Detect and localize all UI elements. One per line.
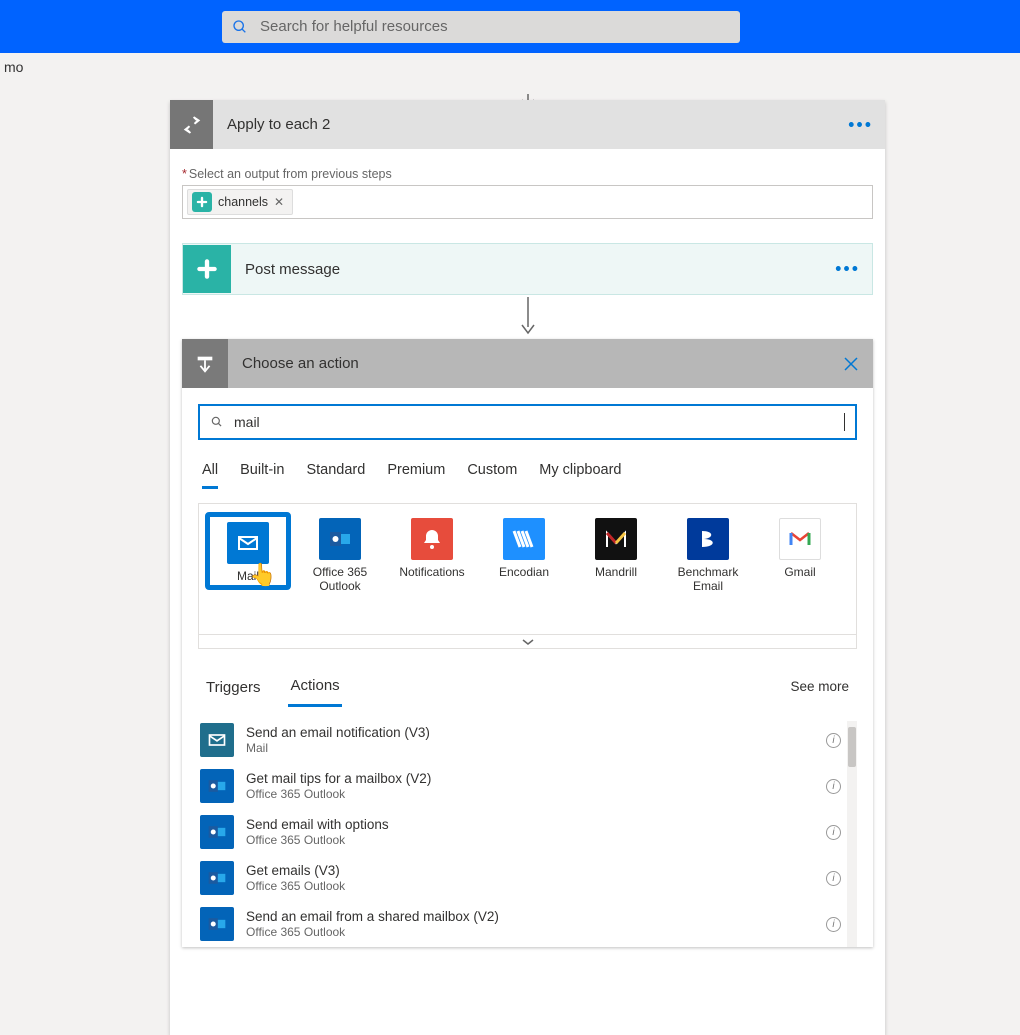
- bench-icon: [687, 518, 729, 560]
- action-title: Get emails (V3): [246, 863, 345, 878]
- tab-triggers[interactable]: Triggers: [204, 673, 262, 706]
- mail-icon: [227, 522, 269, 564]
- info-icon[interactable]: i: [826, 871, 841, 886]
- apply-to-each-body: *Select an output from previous steps ch…: [170, 149, 885, 235]
- mail-icon: [200, 723, 234, 757]
- output-field-label: *Select an output from previous steps: [182, 167, 873, 181]
- gmail-icon: [779, 518, 821, 560]
- choose-action-panel: Choose an action All Built-in Standard Prem…: [182, 339, 873, 947]
- outlook-icon: [200, 861, 234, 895]
- filter-tab-premium[interactable]: Premium: [387, 462, 445, 489]
- connector-label: Office 365 Outlook: [299, 566, 381, 594]
- choose-action-title: Choose an action: [242, 355, 359, 372]
- action-icon: [182, 339, 228, 388]
- connector-gmail[interactable]: Gmail: [759, 514, 841, 580]
- output-input[interactable]: channels ✕: [182, 185, 873, 219]
- action-subtitle: Office 365 Outlook: [246, 787, 431, 801]
- filter-tab-my-clipboard[interactable]: My clipboard: [539, 462, 621, 489]
- action-item[interactable]: Send email with optionsOffice 365 Outloo…: [198, 809, 843, 855]
- global-search[interactable]: Search for helpful resources: [222, 11, 740, 43]
- filter-tab-custom[interactable]: Custom: [467, 462, 517, 489]
- top-bar: Search for helpful resources: [0, 0, 1020, 53]
- action-subtitle: Office 365 Outlook: [246, 833, 389, 847]
- mandr-icon: [595, 518, 637, 560]
- post-message-title: Post message: [245, 261, 340, 278]
- scrollbar[interactable]: [847, 721, 857, 947]
- info-icon[interactable]: i: [826, 825, 841, 840]
- card-menu-button[interactable]: •••: [848, 114, 873, 135]
- action-item[interactable]: Get emails (V3)Office 365 Outlook i: [198, 855, 843, 901]
- breadcrumb-text: mo: [4, 59, 23, 75]
- connector-grid: Mail👆 Office 365 Outlook Notifications Enco…: [198, 503, 857, 635]
- connector-filter-tabs: All Built-in Standard Premium Custom My clipb…: [198, 462, 857, 489]
- connector-label: Gmail: [759, 566, 841, 580]
- dynamic-token-channels[interactable]: channels ✕: [187, 189, 293, 215]
- see-more-link[interactable]: See more: [790, 679, 849, 694]
- action-title: Get mail tips for a mailbox (V2): [246, 771, 431, 786]
- connector-encodian[interactable]: Encodian: [483, 514, 565, 580]
- connector-label: Notifications: [391, 566, 473, 580]
- expand-connectors-button[interactable]: [198, 635, 857, 649]
- filter-tab-all[interactable]: All: [202, 462, 218, 489]
- search-icon: [210, 415, 224, 429]
- post-message-card[interactable]: Post message •••: [182, 243, 873, 295]
- slack-icon: [192, 192, 212, 212]
- connector-label: Encodian: [483, 566, 565, 580]
- outlook-icon: [319, 518, 361, 560]
- connector-mail[interactable]: Mail👆: [207, 514, 289, 588]
- info-icon[interactable]: i: [826, 917, 841, 932]
- action-subtitle: Mail: [246, 741, 430, 755]
- connector-label: Mandrill: [575, 566, 657, 580]
- action-subtitle: Office 365 Outlook: [246, 925, 499, 939]
- info-icon[interactable]: i: [826, 733, 841, 748]
- actions-list[interactable]: Send an email notification (V3)MailiGet …: [198, 717, 857, 947]
- token-label: channels: [218, 195, 268, 209]
- loop-icon: [170, 100, 213, 149]
- flow-canvas: Apply to each 2 ••• *Select an output fr…: [170, 100, 885, 1035]
- text-cursor: [844, 413, 845, 431]
- close-button[interactable]: [843, 356, 859, 372]
- action-item[interactable]: Send an email from a shared mailbox (V2)…: [198, 901, 843, 947]
- connector-benchmark-email[interactable]: Benchmark Email: [667, 514, 749, 594]
- connector-label: Benchmark Email: [667, 566, 749, 594]
- connector-label: Mail: [211, 570, 285, 584]
- slack-icon: [183, 245, 231, 293]
- tab-actions[interactable]: Actions: [288, 671, 341, 707]
- action-search-input[interactable]: [198, 404, 857, 440]
- connector-office-365-outlook[interactable]: Office 365 Outlook: [299, 514, 381, 594]
- action-item[interactable]: Get mail tips for a mailbox (V2)Office 3…: [198, 763, 843, 809]
- search-icon: [232, 19, 248, 35]
- outlook-icon: [200, 769, 234, 803]
- connector-notifications[interactable]: Notifications: [391, 514, 473, 580]
- scrollbar-thumb[interactable]: [848, 727, 856, 767]
- action-title: Send an email notification (V3): [246, 725, 430, 740]
- filter-tab-built-in[interactable]: Built-in: [240, 462, 284, 489]
- apply-to-each-title: Apply to each 2: [227, 116, 330, 133]
- notif-icon: [411, 518, 453, 560]
- trigger-action-tabs: Triggers Actions See more: [198, 671, 857, 707]
- action-title: Send email with options: [246, 817, 389, 832]
- flow-arrow-icon: [170, 295, 885, 339]
- action-subtitle: Office 365 Outlook: [246, 879, 345, 893]
- outlook-icon: [200, 907, 234, 941]
- breadcrumb: mo: [0, 53, 1020, 83]
- action-title: Send an email from a shared mailbox (V2): [246, 909, 499, 924]
- encod-icon: [503, 518, 545, 560]
- choose-action-header: Choose an action: [182, 339, 873, 388]
- card-menu-button[interactable]: •••: [835, 259, 860, 280]
- connector-mandrill[interactable]: Mandrill: [575, 514, 657, 580]
- global-search-placeholder: Search for helpful resources: [260, 18, 448, 35]
- apply-to-each-header[interactable]: Apply to each 2 •••: [170, 100, 885, 149]
- token-remove-icon[interactable]: ✕: [274, 195, 284, 209]
- action-item[interactable]: Send an email notification (V3)Mail i: [198, 717, 843, 763]
- outlook-icon: [200, 815, 234, 849]
- info-icon[interactable]: i: [826, 779, 841, 794]
- filter-tab-standard[interactable]: Standard: [306, 462, 365, 489]
- action-search-field[interactable]: [232, 413, 843, 431]
